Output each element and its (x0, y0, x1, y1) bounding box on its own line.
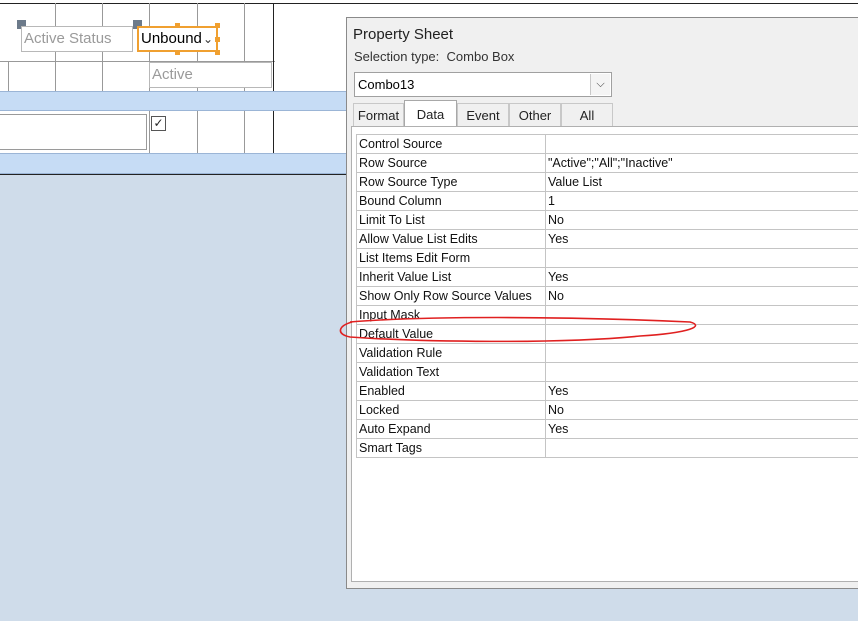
tab-all[interactable]: All (561, 103, 613, 126)
property-value[interactable]: Yes (545, 267, 858, 287)
property-value[interactable] (545, 343, 858, 363)
object-selector[interactable]: Combo13 ⌵ (354, 72, 612, 97)
detail-textbox[interactable] (0, 114, 147, 150)
property-row: Smart Tags (356, 438, 858, 458)
property-value[interactable] (545, 438, 858, 458)
property-name: Bound Column (356, 191, 546, 211)
property-row: Row Source "Active";"All";"Inactive" (356, 153, 858, 173)
property-row: Locked No (356, 400, 858, 420)
object-selector-value: Combo13 (358, 77, 415, 92)
property-name: Default Value (356, 324, 546, 344)
property-name: Locked (356, 400, 546, 420)
property-row: Inherit Value List Yes (356, 267, 858, 287)
active-header-label[interactable]: Active (149, 62, 272, 88)
resize-handle[interactable] (215, 23, 220, 28)
property-row: Row Source Type Value List (356, 172, 858, 192)
property-sheet-title: Property Sheet (353, 26, 454, 43)
property-value[interactable]: Yes (545, 229, 858, 249)
property-value[interactable] (545, 248, 858, 268)
combo-box-unbound[interactable]: Unbound ⌄ (137, 26, 218, 52)
grid-line (273, 3, 274, 153)
grid-line (0, 3, 858, 4)
chevron-down-icon[interactable]: ⌄ (203, 28, 213, 50)
property-value[interactable]: Yes (545, 381, 858, 401)
property-table: Control Source Row Source "Active";"All";… (356, 134, 858, 458)
property-name: Control Source (356, 134, 546, 154)
tab-event[interactable]: Event (457, 103, 509, 126)
active-checkbox[interactable]: ✓ (151, 116, 166, 131)
property-name: Allow Value List Edits (356, 229, 546, 249)
active-status-label[interactable]: Active Status (21, 26, 133, 52)
property-row: Validation Text (356, 362, 858, 382)
property-value[interactable] (545, 134, 858, 154)
property-row: Bound Column 1 (356, 191, 858, 211)
grid-line (8, 61, 9, 91)
property-row: Auto Expand Yes (356, 419, 858, 439)
property-value[interactable]: No (545, 400, 858, 420)
selection-type-value: Combo Box (446, 49, 515, 64)
resize-handle[interactable] (175, 50, 180, 55)
property-value[interactable]: Yes (545, 419, 858, 439)
resize-handle[interactable] (215, 50, 220, 55)
property-value[interactable]: Value List (545, 172, 858, 192)
tab-format[interactable]: Format (353, 103, 404, 126)
property-name: Validation Rule (356, 343, 546, 363)
property-name: Enabled (356, 381, 546, 401)
property-name: Show Only Row Source Values (356, 286, 546, 306)
property-list-panel: Control Source Row Source "Active";"All";… (351, 126, 858, 582)
property-row: Enabled Yes (356, 381, 858, 401)
property-name: List Items Edit Form (356, 248, 546, 268)
property-name: Row Source Type (356, 172, 546, 192)
tab-data[interactable]: Data (404, 100, 457, 127)
property-name: Inherit Value List (356, 267, 546, 287)
tab-other[interactable]: Other (509, 103, 561, 126)
property-value[interactable]: No (545, 286, 858, 306)
property-row: Allow Value List Edits Yes (356, 229, 858, 249)
combo-value: Unbound (141, 30, 202, 47)
property-name: Input Mask (356, 305, 546, 325)
property-sheet: Property Sheet Selection type: Combo Box… (346, 17, 858, 589)
property-value[interactable]: "Active";"All";"Inactive" (545, 153, 858, 173)
property-row: Input Mask (356, 305, 858, 325)
chevron-down-icon[interactable]: ⌵ (590, 74, 610, 95)
property-value[interactable]: 1 (545, 191, 858, 211)
property-value[interactable] (545, 324, 858, 344)
property-row: Default Value (356, 324, 858, 344)
property-row: Show Only Row Source Values No (356, 286, 858, 306)
property-value[interactable]: No (545, 210, 858, 230)
property-name: Row Source (356, 153, 546, 173)
property-value[interactable] (545, 305, 858, 325)
property-row: Limit To List No (356, 210, 858, 230)
property-name: Smart Tags (356, 438, 546, 458)
selection-type: Selection type: Combo Box (354, 49, 514, 64)
selection-type-label: Selection type: (354, 49, 440, 64)
property-name: Auto Expand (356, 419, 546, 439)
property-row: Control Source (356, 134, 858, 154)
property-row: Validation Rule (356, 343, 858, 363)
property-name: Validation Text (356, 362, 546, 382)
property-name: Limit To List (356, 210, 546, 230)
property-row: List Items Edit Form (356, 248, 858, 268)
resize-handle[interactable] (175, 23, 180, 28)
resize-handle[interactable] (215, 37, 220, 42)
property-value[interactable] (545, 362, 858, 382)
